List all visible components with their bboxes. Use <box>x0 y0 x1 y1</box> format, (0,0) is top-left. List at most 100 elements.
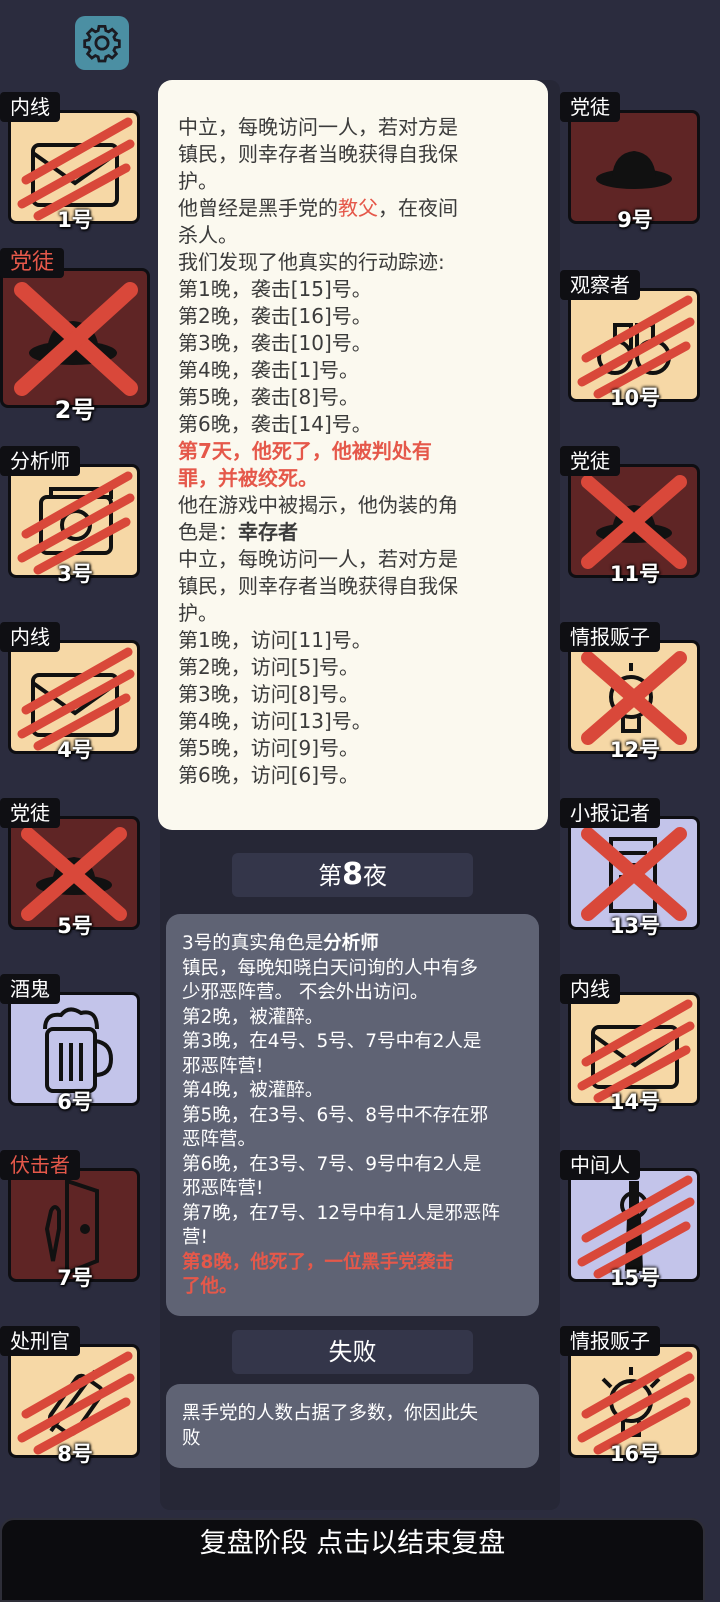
player-number: 5号 <box>57 914 93 938</box>
player-card-13[interactable]: 小报记者 13号 <box>560 798 702 938</box>
popup-line: 第1晚，访问[11]号。 <box>178 628 372 652</box>
role-label: 观察者 <box>560 270 640 300</box>
popup-line: 他在游戏中被揭示，他伪装的角 <box>178 493 458 517</box>
player-card-7[interactable]: 伏击者 7号 <box>0 1150 142 1290</box>
panel-line: 镇民，每晚知晓白天问询的人中有多 <box>182 957 479 979</box>
role-label: 分析师 <box>0 446 80 476</box>
panel-line: 营! <box>182 1227 208 1248</box>
role-label: 酒鬼 <box>0 974 60 1004</box>
panel-line: 第2晚，被灌醉。 <box>182 1006 324 1028</box>
panel-line: 第3晚，在4号、5号、7号中有2人是 <box>182 1031 482 1052</box>
player-number: 15号 <box>609 1266 661 1290</box>
popup-line: 第3晚，袭击[10]号。 <box>178 331 372 355</box>
role-label: 中间人 <box>560 1150 640 1180</box>
popup-line: 第1晚，袭击[15]号。 <box>178 277 372 301</box>
player-card-12[interactable]: 情报贩子 12号 <box>560 622 702 762</box>
popup-line: 第5晚，访问[9]号。 <box>178 736 360 760</box>
panel-line: 少邪恶阵营。 不会外出访问。 <box>182 982 429 1003</box>
night-suffix: 夜 <box>362 862 387 890</box>
player-number: 8号 <box>57 1442 93 1466</box>
player-card-6[interactable]: 酒鬼 6号 <box>0 974 142 1114</box>
death-notice: 第7天，他死了，他被判处有 <box>178 439 432 463</box>
player-card-8[interactable]: 处刑官 8号 <box>0 1326 142 1466</box>
panel-text: 3号的真实角色是 <box>182 933 324 954</box>
popup-line: 第2晚，袭击[16]号。 <box>178 304 372 328</box>
player-card-3[interactable]: 分析师 3号 <box>0 446 142 586</box>
settings-button[interactable] <box>75 16 129 70</box>
role-label: 党徒 <box>0 798 60 828</box>
x-mark <box>14 282 138 396</box>
end-review-button[interactable]: 复盘阶段 点击以结束复盘 <box>0 1518 705 1602</box>
panel-line: 第5晚，在3号、6号、8号中不存在邪 <box>182 1104 489 1126</box>
popup-line: 第3晚，访问[8]号。 <box>178 682 360 706</box>
popup-text: ，在夜间 <box>378 196 458 220</box>
panel-line: 恶阵营。 <box>182 1129 257 1150</box>
true-role: 分析师 <box>323 933 379 954</box>
popup-line: 第2晚，访问[5]号。 <box>178 655 360 679</box>
panel-line: 邪恶阵营! <box>182 1055 264 1077</box>
player-number: 4号 <box>57 738 93 762</box>
popup-line: 第6晚，袭击[14]号。 <box>178 412 372 436</box>
player-card-1[interactable]: 内线 1号 <box>0 92 142 232</box>
night-header: 第8夜 <box>232 853 473 897</box>
popup-line: 第5晚，袭击[8]号。 <box>178 385 360 409</box>
role-label: 内线 <box>0 622 60 652</box>
night-prefix: 第 <box>318 862 343 890</box>
role-label: 党徒 <box>560 92 620 122</box>
player-number: 10号 <box>609 386 661 410</box>
death-notice: 了他。 <box>182 1276 238 1297</box>
player-card-11[interactable]: 党徒 11号 <box>560 446 702 586</box>
panel-line: 第4晚，被灌醉。 <box>182 1080 324 1101</box>
panel-line: 第6晚，在3号、7号、9号中有2人是 <box>182 1153 482 1175</box>
player-number: 14号 <box>609 1090 661 1114</box>
role-label: 内线 <box>0 92 60 122</box>
player-card-5[interactable]: 党徒 5号 <box>0 798 142 938</box>
popup-line: 第4晚，访问[13]号。 <box>178 709 372 733</box>
popup-line: 中立，每晚访问一人，若对方是 <box>178 115 458 139</box>
disguise-role: 幸存者 <box>238 520 298 544</box>
panel-line: 第7晚，在7号、12号中有1人是邪恶阵 <box>182 1202 500 1224</box>
popup-line: 色是：幸存者 <box>178 519 528 546</box>
player-card-2[interactable]: 党徒 2号 <box>0 248 160 424</box>
role-label: 情报贩子 <box>560 622 660 652</box>
popup-text: 他曾经是黑手党的 <box>178 196 338 220</box>
popup-line: 中立，每晚访问一人，若对方是 <box>178 547 458 571</box>
player-card-14[interactable]: 内线 14号 <box>560 974 702 1114</box>
result-panel: 黑手党的人数占据了多数，你因此失 败 <box>166 1384 539 1468</box>
popup-line: 他曾经是黑手党的教父，在夜间 <box>178 195 528 222</box>
popup-line: 第6晚，访问[6]号。 <box>178 763 360 787</box>
player-card-9[interactable]: 党徒 9号 <box>560 92 702 232</box>
role-detail-popup[interactable]: 中立，每晚访问一人，若对方是 镇民，则幸存者当晚获得自我保 护。 他曾经是黑手党… <box>158 80 548 830</box>
player-number: 11号 <box>609 562 661 586</box>
player-card-16[interactable]: 情报贩子 16号 <box>560 1326 702 1466</box>
role-label: 小报记者 <box>560 798 660 828</box>
player-card-15[interactable]: 中间人 15号 <box>560 1150 702 1290</box>
player-number: 7号 <box>57 1266 93 1290</box>
role-label: 党徒 <box>560 446 620 476</box>
night-detail-panel: 3号的真实角色是分析师 镇民，每晚知晓白天问询的人中有多 少邪恶阵营。 不会外出… <box>166 914 539 1316</box>
gear-icon <box>83 24 121 63</box>
role-label: 伏击者 <box>0 1150 80 1180</box>
player-number: 6号 <box>57 1090 93 1114</box>
player-number: 13号 <box>609 914 661 938</box>
player-card-10[interactable]: 观察者 10号 <box>560 270 702 410</box>
player-number: 1号 <box>57 208 93 232</box>
player-number: 12号 <box>609 738 661 762</box>
role-label: 内线 <box>560 974 620 1004</box>
panel-line: 邪恶阵营! <box>182 1178 264 1199</box>
player-number: 16号 <box>609 1442 661 1466</box>
death-notice: 罪，并被绞死。 <box>178 466 318 490</box>
player-card-4[interactable]: 内线 4号 <box>0 622 142 762</box>
night-number: 8 <box>342 857 363 892</box>
panel-line: 黑手党的人数占据了多数，你因此失 <box>182 1403 479 1424</box>
popup-line: 镇民，则幸存者当晚获得自我保 <box>178 574 458 598</box>
panel-line: 3号的真实角色是分析师 <box>182 932 523 957</box>
role-label: 情报贩子 <box>560 1326 660 1356</box>
popup-line: 第4晚，袭击[1]号。 <box>178 358 360 382</box>
panel-line: 败 <box>182 1427 201 1449</box>
role-label: 处刑官 <box>0 1326 80 1356</box>
popup-text: 色是： <box>178 520 238 544</box>
popup-line: 护。 <box>178 601 218 625</box>
popup-line: 杀人。 <box>178 223 238 247</box>
godfather-highlight: 教父 <box>338 196 378 220</box>
